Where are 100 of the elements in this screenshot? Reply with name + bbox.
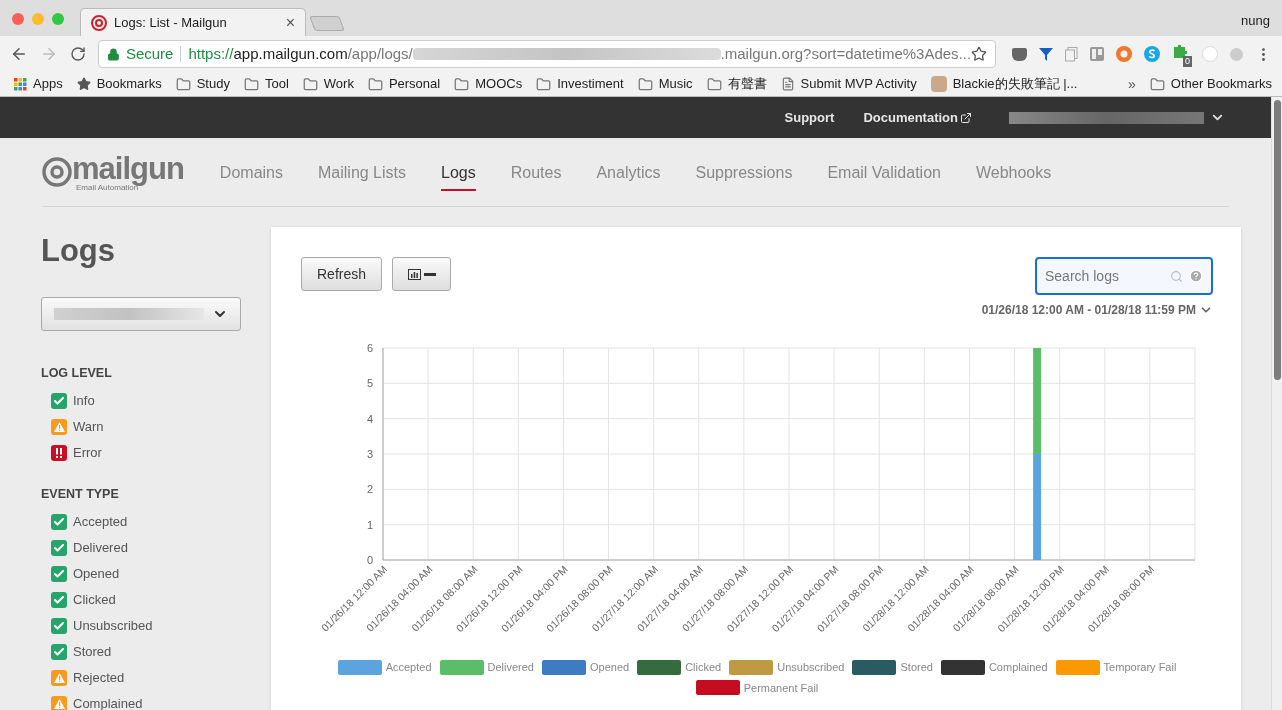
url-text: .mailgun.org?sort=datetime%3Ades... — [720, 43, 972, 64]
puzzle-icon[interactable] — [1172, 45, 1188, 59]
funnel-icon[interactable] — [1039, 46, 1053, 62]
bookmark-item[interactable]: MOOCs — [454, 74, 523, 94]
legend-label: Stored — [900, 660, 933, 675]
filter-label[interactable]: Accepted — [73, 511, 128, 532]
bookmark-item[interactable]: Blackie的失敗筆記 |... — [930, 74, 1078, 94]
star-icon — [76, 77, 91, 91]
y-tick-label: 6 — [366, 342, 373, 354]
tab-title: Logs: List - Mailgun — [114, 13, 227, 32]
forward-button[interactable] — [40, 45, 58, 63]
tab-close-button[interactable]: × — [285, 14, 295, 31]
bookmark-item[interactable]: Music — [637, 74, 693, 94]
search-input[interactable]: Search logs — [1045, 265, 1165, 287]
bookmark-star-icon[interactable] — [971, 46, 987, 62]
pocket-icon[interactable] — [1012, 47, 1027, 61]
new-tab-button[interactable] — [309, 16, 345, 31]
folder-icon — [1149, 76, 1165, 92]
filter-label[interactable]: Stored — [73, 641, 112, 662]
legend-label: Temporary Fail — [1103, 660, 1177, 675]
skype-icon[interactable] — [1144, 46, 1160, 62]
checkbox-check-icon[interactable] — [51, 392, 67, 409]
avatar-icon — [930, 76, 947, 92]
checkbox-warning-icon[interactable] — [51, 695, 67, 710]
bookmark-item[interactable]: 有聲書 — [706, 74, 767, 94]
filter-label[interactable]: Warn — [73, 417, 104, 437]
search-icon — [1170, 269, 1183, 283]
lifebuoy-icon[interactable] — [1116, 46, 1132, 62]
date-range-picker[interactable]: 01/26/18 12:00 AM - 01/28/18 11:59 PM — [981, 301, 1213, 319]
refresh-button[interactable]: Refresh — [301, 257, 383, 291]
mailgun-logo: mailgun Email Automation — [42, 152, 184, 192]
url-text: https://app.mailgun.com/app/logs/ — [188, 43, 413, 64]
folder-icon — [367, 76, 383, 92]
folder-icon — [637, 76, 653, 92]
bookmark-item[interactable]: Bookmarks — [76, 74, 162, 94]
bar-chart-icon — [407, 268, 421, 280]
checkbox-check-icon[interactable] — [51, 643, 67, 660]
checkbox-check-icon[interactable] — [51, 513, 67, 530]
y-tick-label: 1 — [366, 518, 373, 531]
bookmark-item[interactable]: Other Bookmarks — [1149, 74, 1272, 94]
checkbox-check-icon[interactable] — [51, 617, 67, 634]
filter-label[interactable]: Clicked — [73, 589, 116, 610]
bookmark-item[interactable]: Study — [175, 74, 230, 94]
reload-button[interactable] — [70, 46, 86, 62]
y-tick-label: 2 — [366, 483, 373, 496]
extension-badge: 0 — [1183, 56, 1192, 67]
filter-label[interactable]: Unsubscribed — [73, 615, 153, 636]
close-window-button[interactable] — [12, 13, 24, 25]
legend-label: Unsubscribed — [777, 660, 845, 675]
checkbox-check-icon[interactable] — [51, 591, 67, 608]
zoom-window-button[interactable] — [52, 13, 64, 25]
bookmark-item[interactable]: Investiment — [536, 74, 624, 94]
legend-label: Complained — [988, 660, 1048, 675]
filter-label[interactable]: Info — [73, 391, 95, 411]
legend-label: Accepted — [385, 660, 432, 675]
nav-tab[interactable]: Logs — [441, 153, 476, 191]
filter-label[interactable]: Error — [73, 443, 102, 463]
checkbox-error-icon[interactable] — [51, 444, 67, 461]
folder-icon — [243, 76, 259, 92]
address-bar[interactable]: Secure https://app.mailgun.com/app/logs/ .mailgun.org?sort=datetime%3Ades... — [98, 40, 996, 68]
bookmark-item[interactable]: Personal — [367, 74, 441, 94]
folder-icon — [175, 76, 191, 92]
back-button[interactable] — [10, 45, 28, 63]
domain-select[interactable] — [41, 297, 241, 331]
blurred-account-name[interactable] — [1009, 111, 1204, 124]
mailgun-favicon-icon — [91, 14, 107, 31]
bookmark-item[interactable]: Submit MVP Activity — [780, 74, 917, 94]
legend-label: Delivered — [487, 660, 534, 675]
board-icon[interactable] — [1090, 47, 1104, 61]
checkbox-warning-icon[interactable] — [51, 418, 67, 435]
top-bar-link[interactable]: Support — [784, 107, 835, 128]
legend-label: Opened — [590, 660, 630, 675]
bookmarks-overflow-button[interactable]: » — [1128, 73, 1136, 95]
legend-label: Clicked — [685, 660, 722, 675]
checkbox-check-icon[interactable] — [51, 565, 67, 582]
browser-tab[interactable]: Logs: List - Mailgun × — [80, 8, 306, 36]
filter-heading: EVENT TYPE — [41, 485, 120, 503]
filter-heading: LOG LEVEL — [41, 365, 113, 382]
y-tick-label: 5 — [366, 377, 373, 390]
checkbox-check-icon[interactable] — [51, 539, 67, 556]
help-icon[interactable] — [1189, 269, 1203, 283]
filter-label[interactable]: Opened — [73, 563, 120, 584]
legend-label: Permanent Fail — [743, 680, 819, 696]
chart-toggle-button[interactable] — [392, 257, 452, 291]
checkbox-warning-icon[interactable] — [51, 669, 67, 686]
copy-icon[interactable] — [1065, 46, 1078, 62]
bookmark-item[interactable]: Work — [302, 74, 354, 94]
filter-label[interactable]: Delivered — [73, 537, 128, 558]
top-bar-link[interactable]: Documentation — [863, 107, 972, 128]
filter-label[interactable]: Rejected — [73, 667, 125, 688]
folder-icon — [302, 76, 318, 92]
bookmark-item[interactable]: Tool — [243, 74, 289, 94]
profile-name: nung — [1241, 12, 1270, 30]
search-field[interactable]: Search logs — [1035, 257, 1213, 295]
y-tick-label: 3 — [366, 448, 373, 460]
lock-icon — [107, 47, 120, 61]
minus-icon — [423, 272, 436, 276]
scrollbar[interactable] — [1271, 97, 1282, 710]
filter-label[interactable]: Complained — [73, 693, 143, 710]
bookmark-item[interactable]: Apps — [14, 74, 63, 94]
